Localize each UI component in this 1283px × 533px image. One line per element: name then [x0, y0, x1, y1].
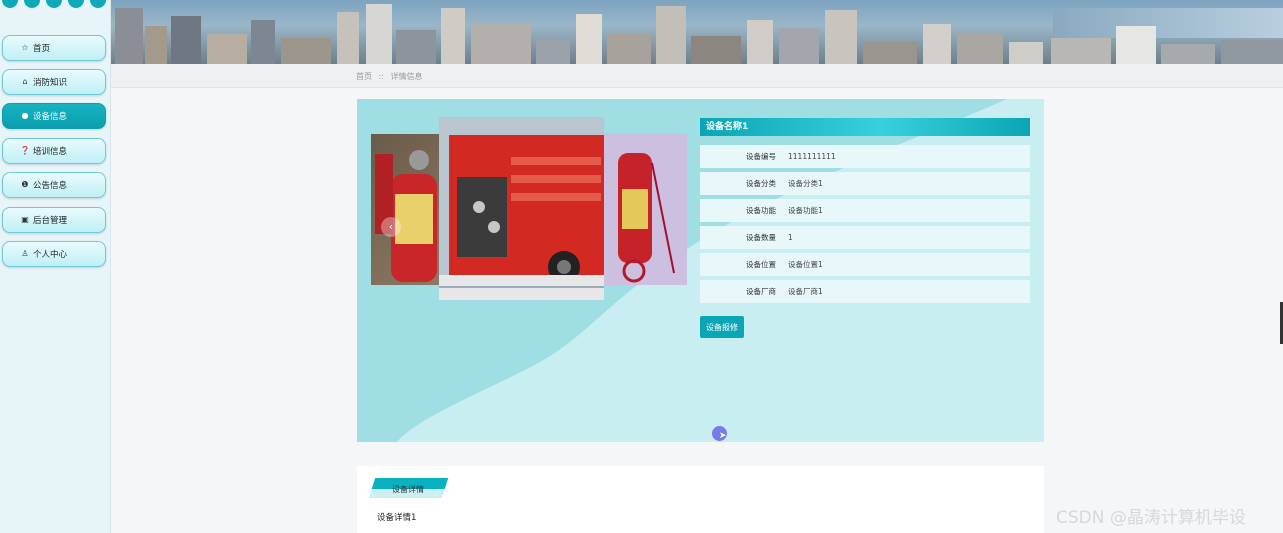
- user-icon: ♙: [21, 249, 29, 258]
- info-value: 设备位置1: [788, 260, 823, 269]
- info-key: 设备数量: [746, 233, 776, 242]
- sidebar-item-training[interactable]: ❓ 培训信息: [2, 138, 106, 164]
- sidebar-item-fire-knowledge[interactable]: ⌂ 消防知识: [2, 69, 106, 95]
- breadcrumb: 首页 :: 详情信息: [356, 71, 426, 82]
- city-banner-image: [111, 0, 1283, 64]
- info-row: 设备功能 设备功能1: [700, 199, 1030, 222]
- image-carousel[interactable]: ‹: [371, 117, 687, 302]
- tab-label: 设备详情: [392, 485, 424, 494]
- sidebar-item-label: 消防知识: [33, 78, 68, 88]
- sidebar-item-label: 后台管理: [33, 216, 68, 226]
- sidebar-item-label: 首页: [33, 44, 51, 54]
- info-row: 设备数量 1: [700, 226, 1030, 249]
- banner-sea: [1053, 8, 1283, 38]
- device-repair-button[interactable]: 设备报修: [700, 316, 744, 338]
- fire-extinguisher-image: [371, 134, 443, 285]
- sidebar: ☆ 首页 ⌂ 消防知识 ● 设备信息 ❓ 培训信息 ❶ 公告信息 ▣ 后台管理 …: [0, 0, 111, 533]
- breadcrumb-separator: ::: [378, 72, 384, 81]
- info-value: 设备功能1: [788, 206, 823, 215]
- info-row: 设备编号 1111111111: [700, 145, 1030, 168]
- fire-truck-image: [439, 117, 604, 300]
- info-value: 1: [788, 233, 793, 242]
- sidebar-item-personal-center[interactable]: ♙ 个人中心: [2, 241, 106, 267]
- mouse-pointer-icon: ➤: [719, 431, 727, 441]
- info-icon: ❶: [21, 180, 29, 189]
- question-icon: ❓: [20, 146, 30, 155]
- info-row: 设备分类 设备分类1: [700, 172, 1030, 195]
- briefcase-icon: ▣: [21, 215, 29, 224]
- watermark: CSDN @晶涛计算机毕设: [1056, 508, 1246, 528]
- device-detail-card: ‹ 设备名称1 设备编号 1111111111 设备分类 设备分类1 设备功能 …: [357, 99, 1044, 442]
- carousel-prev-arrow-icon[interactable]: ‹: [381, 217, 401, 237]
- sidebar-item-label: 个人中心: [33, 250, 68, 260]
- sidebar-item-label: 培训信息: [33, 147, 68, 157]
- info-row: 设备位置 设备位置1: [700, 253, 1030, 276]
- info-key: 设备编号: [746, 152, 776, 161]
- info-row: 设备厂商 设备厂商1: [700, 280, 1030, 303]
- tab-device-detail[interactable]: 设备详情: [368, 478, 449, 498]
- sidebar-decoration: [0, 0, 111, 8]
- info-key: 设备功能: [746, 206, 776, 215]
- info-key: 设备分类: [746, 179, 776, 188]
- sidebar-item-home[interactable]: ☆ 首页: [2, 35, 106, 61]
- bag-icon: ⌂: [22, 77, 28, 86]
- detail-content: 设备详情1: [377, 513, 417, 523]
- sidebar-item-device-info[interactable]: ● 设备信息: [2, 103, 106, 129]
- sidebar-item-label: 公告信息: [33, 181, 68, 191]
- sidebar-item-announcement[interactable]: ❶ 公告信息: [2, 172, 106, 198]
- info-value: 设备厂商1: [788, 287, 823, 296]
- breadcrumb-current: 详情信息: [390, 72, 423, 81]
- info-key: 设备厂商: [746, 287, 776, 296]
- device-name-title: 设备名称1: [700, 118, 1030, 136]
- breadcrumb-home-link[interactable]: 首页: [356, 72, 372, 81]
- sidebar-item-admin[interactable]: ▣ 后台管理: [2, 207, 106, 233]
- dot-icon: ●: [21, 111, 29, 120]
- star-icon: ☆: [21, 43, 29, 52]
- device-info-panel: 设备名称1 设备编号 1111111111 设备分类 设备分类1 设备功能 设备…: [700, 118, 1030, 303]
- sidebar-item-label: 设备信息: [33, 112, 68, 122]
- info-value: 1111111111: [788, 152, 836, 161]
- info-key: 设备位置: [746, 260, 776, 269]
- info-value: 设备分类1: [788, 179, 823, 188]
- wheeled-extinguisher-image: [604, 133, 687, 285]
- breadcrumb-bar: 首页 :: 详情信息: [111, 64, 1283, 88]
- device-detail-section: 设备详情 设备详情1: [357, 466, 1044, 533]
